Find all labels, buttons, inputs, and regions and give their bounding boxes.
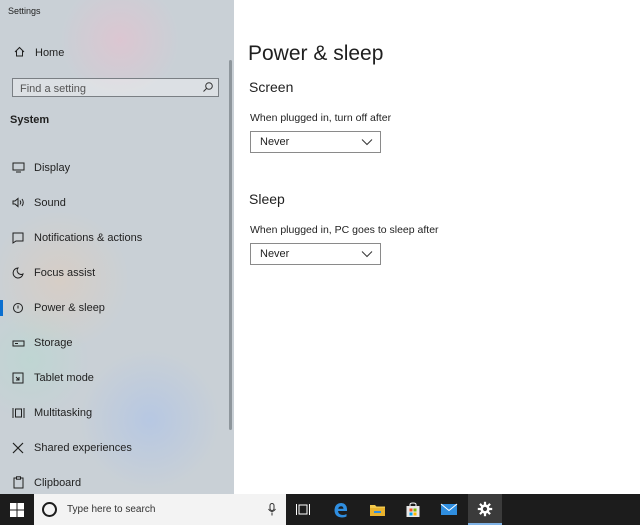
power-icon bbox=[10, 302, 26, 314]
nav-list: Display Sound Notifications & actions Fo… bbox=[0, 150, 230, 494]
taskbar-search-box[interactable] bbox=[34, 494, 286, 525]
microphone-icon[interactable] bbox=[268, 503, 276, 516]
task-view-button[interactable] bbox=[286, 494, 320, 525]
moon-icon bbox=[10, 266, 26, 279]
section-system: System bbox=[10, 114, 50, 126]
sidebar-item-label: Tablet mode bbox=[34, 371, 94, 384]
settings-taskbar-button[interactable] bbox=[468, 494, 502, 525]
main-content: Power & sleep Screen When plugged in, tu… bbox=[234, 0, 640, 494]
sidebar-item-sound[interactable]: Sound bbox=[0, 185, 230, 220]
sidebar-item-label: Clipboard bbox=[34, 476, 82, 489]
sidebar-item-storage[interactable]: Storage bbox=[0, 325, 230, 360]
sidebar-item-label: Sound bbox=[34, 196, 66, 209]
taskbar bbox=[0, 494, 640, 525]
sleep-timeout-label: When plugged in, PC goes to sleep after bbox=[250, 224, 439, 236]
screen-heading: Screen bbox=[249, 79, 294, 95]
sidebar-item-label: Focus assist bbox=[34, 266, 96, 279]
cortana-icon bbox=[42, 502, 57, 517]
chevron-down-icon bbox=[361, 251, 373, 258]
nav-home[interactable]: Home bbox=[0, 42, 234, 64]
nav-home-label: Home bbox=[35, 47, 65, 59]
find-setting-input[interactable] bbox=[13, 80, 200, 98]
home-icon bbox=[12, 46, 26, 60]
window-title: Settings bbox=[8, 6, 41, 16]
edge-button[interactable] bbox=[324, 494, 358, 525]
sidebar-item-notifications[interactable]: Notifications & actions bbox=[0, 220, 230, 255]
sidebar: Settings Home System Display Sound bbox=[0, 0, 234, 494]
sidebar-item-display[interactable]: Display bbox=[0, 150, 230, 185]
sidebar-scrollbar[interactable] bbox=[229, 60, 232, 430]
sidebar-item-tablet-mode[interactable]: Tablet mode bbox=[0, 360, 230, 395]
storage-icon bbox=[10, 338, 26, 348]
sidebar-item-multitasking[interactable]: Multitasking bbox=[0, 395, 230, 430]
sleep-heading: Sleep bbox=[249, 191, 285, 207]
find-setting-search[interactable] bbox=[12, 78, 219, 98]
task-view-icon bbox=[296, 504, 310, 515]
sidebar-item-label: Display bbox=[34, 161, 71, 174]
tablet-icon bbox=[10, 372, 26, 384]
sidebar-item-label: Notifications & actions bbox=[34, 231, 143, 244]
file-explorer-button[interactable] bbox=[360, 494, 394, 525]
start-button[interactable] bbox=[0, 494, 34, 525]
sidebar-item-focus-assist[interactable]: Focus assist bbox=[0, 255, 230, 290]
screen-timeout-dropdown[interactable]: Never bbox=[250, 131, 381, 153]
settings-gear-icon bbox=[477, 501, 493, 516]
shared-experiences-icon bbox=[10, 442, 26, 454]
file-explorer-icon bbox=[369, 504, 385, 516]
sidebar-item-label: Power & sleep bbox=[34, 301, 105, 314]
multitasking-icon bbox=[10, 407, 26, 419]
screen-timeout-value: Never bbox=[260, 136, 290, 148]
sound-icon bbox=[10, 197, 26, 208]
clipboard-icon bbox=[10, 476, 26, 489]
windows-logo-icon bbox=[10, 502, 24, 517]
sidebar-item-power-sleep[interactable]: Power & sleep bbox=[0, 290, 230, 325]
search-icon bbox=[203, 82, 213, 92]
selected-indicator bbox=[0, 300, 3, 316]
sidebar-item-shared-experiences[interactable]: Shared experiences bbox=[0, 430, 230, 465]
store-icon bbox=[406, 501, 420, 517]
page-title: Power & sleep bbox=[248, 42, 384, 65]
sleep-timeout-dropdown[interactable]: Never bbox=[250, 243, 381, 265]
screen-timeout-label: When plugged in, turn off after bbox=[250, 112, 392, 124]
sleep-timeout-value: Never bbox=[260, 248, 290, 260]
taskbar-search-input[interactable] bbox=[65, 503, 264, 516]
display-icon bbox=[10, 162, 26, 173]
mail-button[interactable] bbox=[432, 494, 466, 525]
sidebar-item-label: Shared experiences bbox=[34, 441, 132, 454]
store-button[interactable] bbox=[396, 494, 430, 525]
notifications-icon bbox=[10, 232, 26, 244]
chevron-down-icon bbox=[361, 139, 373, 146]
sidebar-item-clipboard[interactable]: Clipboard bbox=[0, 465, 230, 494]
sidebar-item-label: Storage bbox=[34, 336, 73, 349]
sidebar-item-label: Multitasking bbox=[34, 406, 93, 419]
mail-icon bbox=[440, 503, 458, 515]
edge-icon bbox=[334, 502, 348, 517]
